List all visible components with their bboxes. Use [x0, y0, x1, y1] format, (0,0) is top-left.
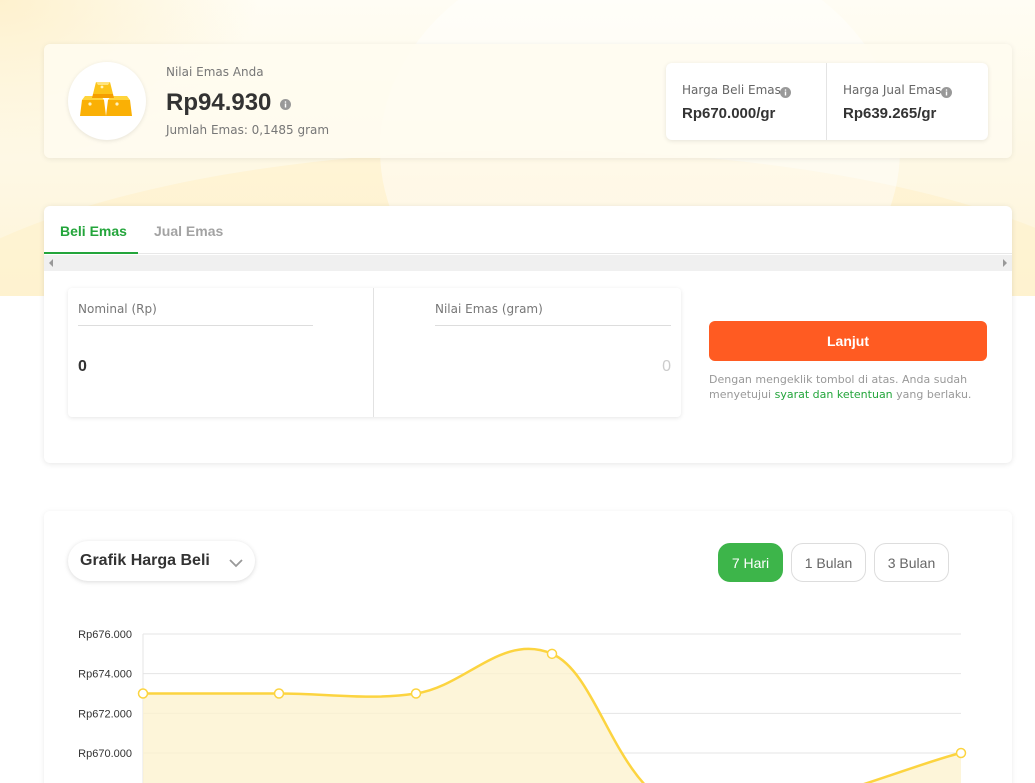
info-icon[interactable]	[941, 85, 952, 103]
buy-price-value: Rp670.000/gr	[682, 105, 776, 122]
buy-price-label: Harga Beli Emas	[682, 83, 781, 97]
y-tick-label: Rp672.000	[78, 708, 132, 720]
nominal-input[interactable]: 0	[78, 358, 87, 376]
scroll-left-icon[interactable]	[49, 259, 53, 267]
active-tab-indicator	[44, 252, 138, 254]
terms-link[interactable]: syarat dan ketentuan	[775, 388, 893, 401]
terms-text: Dengan mengeklik tombol di atas. Anda su…	[709, 373, 972, 401]
info-icon[interactable]	[780, 85, 791, 103]
y-tick-label: Rp676.000	[78, 629, 132, 641]
y-tick-label: Rp670.000	[78, 748, 132, 760]
lanjut-button[interactable]: Lanjut	[709, 321, 987, 361]
gold-bars-icon	[68, 62, 146, 140]
transaction-tabs: Beli Emas Jual Emas	[44, 206, 1012, 254]
price-info-box: Harga Beli Emas Rp670.000/gr Harga Jual …	[666, 63, 988, 140]
gold-summary-card: Nilai Emas Anda Rp94.930 Jumlah Emas: 0,…	[44, 44, 1012, 158]
price-area-fill	[143, 648, 961, 783]
transaction-card: Beli Emas Jual Emas Nominal (Rp) 0 Nilai…	[44, 206, 1012, 463]
sell-price-label: Harga Jual Emas	[843, 83, 942, 97]
gold-value: Rp94.930	[166, 89, 272, 116]
conversion-input-box: Nominal (Rp) 0 Nilai Emas (gram) 0	[68, 288, 681, 417]
info-icon[interactable]	[280, 97, 291, 115]
data-point[interactable]	[955, 747, 967, 759]
data-point[interactable]	[273, 688, 285, 699]
gold-amount: Jumlah Emas: 0,1485 gram	[166, 123, 330, 137]
price-line-chart: Rp676.000 Rp674.000 Rp672.000 Rp670.000	[78, 629, 967, 783]
price-chart-card: Grafik Harga Beli 7 Hari 1 Bulan 3 Bulan…	[44, 511, 1012, 783]
data-point[interactable]	[410, 688, 422, 699]
sell-price-value: Rp639.265/gr	[843, 105, 937, 122]
y-tick-label: Rp674.000	[78, 669, 132, 681]
data-point[interactable]	[137, 688, 149, 699]
scroll-right-icon[interactable]	[1003, 259, 1007, 267]
data-point[interactable]	[546, 648, 558, 660]
gram-input[interactable]: 0	[662, 358, 671, 376]
gold-value-label: Nilai Emas Anda	[166, 65, 264, 79]
tab-beli-emas[interactable]: Beli Emas	[60, 223, 127, 239]
gram-label: Nilai Emas (gram)	[435, 302, 543, 316]
tab-jual-emas[interactable]: Jual Emas	[154, 223, 223, 239]
nominal-label: Nominal (Rp)	[78, 302, 157, 316]
horizontal-scrollbar[interactable]	[44, 255, 1012, 271]
